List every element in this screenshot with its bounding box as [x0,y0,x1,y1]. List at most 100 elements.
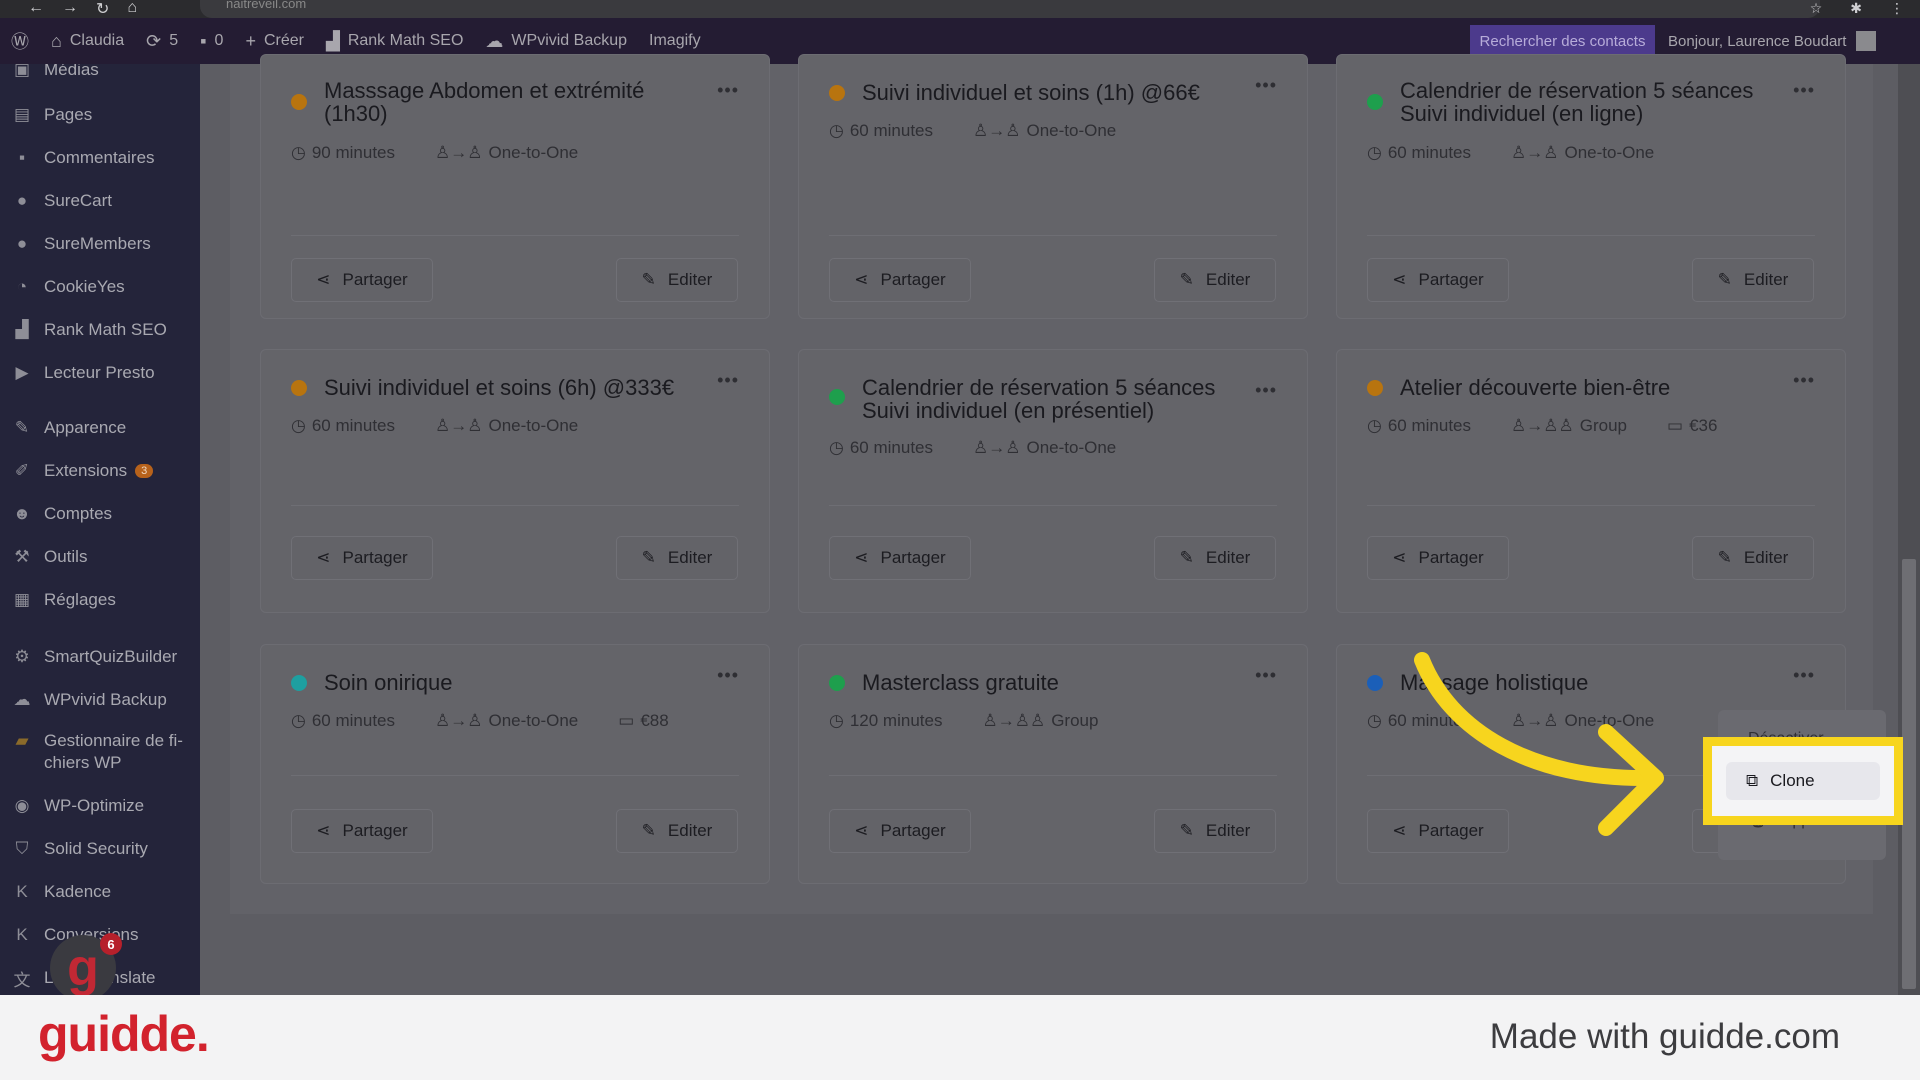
edit-button[interactable]: ✎ Editer [616,258,738,302]
plus-icon: + [245,30,256,51]
extensions-icon[interactable]: ✱ [1850,0,1862,17]
browser-toolbar: ← → ↻ ⌂ naitreveil.com ☆ ✱ ⋮ [0,0,1920,18]
sidebar-item-users[interactable]: ☻ Comptes [0,502,200,526]
sidebar-item-kadence[interactable]: K Kadence [0,880,200,904]
media-icon: ▣ [13,64,31,79]
sidebar-item-file-manager[interactable]: ▰ Gestionnaire de fi- chiers WP [0,730,200,774]
share-button[interactable]: ⋖ Partager [829,258,971,302]
menu-kebab-icon[interactable]: ⋮ [1890,0,1904,17]
more-options-icon[interactable]: ••• [1255,75,1277,96]
more-options-icon[interactable]: ••• [1793,80,1815,101]
clock-icon: ◷ [291,143,306,162]
event-meta: ◷ 60 minutes ♙→♙ One-to-One [1367,143,1654,163]
site-name: Claudia [69,32,125,49]
status-dot [829,675,845,691]
edit-label: Editer [1205,821,1251,840]
sidebar-item-pages[interactable]: ▤ Pages [0,103,200,127]
plugins-icon: ✐ [14,461,30,480]
event-meta: ◷ 90 minutes ♙→♙ One-to-One [291,143,578,163]
share-button[interactable]: ⋖ Partager [1367,536,1509,580]
edit-button[interactable]: ✎ Editer [616,536,738,580]
share-button[interactable]: ⋖ Partager [1367,258,1509,302]
edit-button[interactable]: ✎ Editer [1692,258,1814,302]
sidebar-item-smartquizbuilder[interactable]: ⚙ SmartQuizBuilder [0,645,200,669]
more-options-icon[interactable]: ••• [1793,665,1815,686]
scrollbar-thumb[interactable] [1902,559,1916,989]
updates-link[interactable]: ⟳ 5 [135,18,189,64]
edit-button[interactable]: ✎ Editer [616,809,738,853]
sidebar-item-solid-security[interactable]: ⛉ Solid Security [0,837,200,861]
share-button[interactable]: ⋖ Partager [291,536,433,580]
back-icon[interactable]: ← [28,0,44,19]
forward-icon[interactable]: → [62,0,78,19]
sidebar-item-presto[interactable]: ▶ Lecteur Presto [0,361,200,385]
url-text: naitreveil.com [226,0,307,11]
sidebar-item-appearance[interactable]: ✎ Apparence [0,416,200,440]
wordpress-logo[interactable]: Ⓦ [0,18,40,64]
more-options-icon[interactable]: ••• [717,80,739,101]
more-options-icon[interactable]: ••• [717,370,739,391]
duration: 60 minutes [311,711,396,730]
share-button[interactable]: ⋖ Partager [829,809,971,853]
clock-icon: ◷ [1367,416,1382,435]
share-icon: ⋖ [316,548,331,567]
edit-label: Editer [1743,270,1789,289]
event-title[interactable]: Calendrier de réservation 5 séances Suiv… [862,376,1242,422]
edit-button[interactable]: ✎ Editer [1154,809,1276,853]
comments-link[interactable]: ▪ 0 [189,18,234,64]
edit-button[interactable]: ✎ Editer [1692,536,1814,580]
sidebar-item-surecart[interactable]: ● SureCart [0,189,200,213]
event-title[interactable]: Suivi individuel et soins (6h) @333€ [324,376,704,399]
edit-button[interactable]: ✎ Editer [1154,258,1276,302]
share-button[interactable]: ⋖ Partager [291,809,433,853]
sidebar-item-settings[interactable]: ▦ Réglages [0,588,200,612]
home-icon[interactable]: ⌂ [127,0,137,19]
sidebar-item-suremembers[interactable]: ● SureMembers [0,232,200,256]
sidebar-item-wpvivid[interactable]: ☁ WPvivid Backup [0,688,200,712]
event-title[interactable]: Atelier découverte bien-être [1400,376,1780,399]
event-title[interactable]: Suivi individuel et soins (1h) @66€ [862,81,1242,104]
menu-item-clone[interactable]: ⧉ Clone [1726,762,1880,800]
reload-icon[interactable]: ↻ [96,0,109,19]
event-type: One-to-One [488,143,579,162]
sidebar-item-extensions[interactable]: ✐ Extensions 3 [0,459,200,483]
pencil-icon: ✎ [641,821,656,840]
more-options-icon[interactable]: ••• [1793,370,1815,391]
group-icon: ♙→♙♙ [982,711,1046,730]
site-name-link[interactable]: ⌂ Claudia [40,18,135,64]
share-label: Partager [342,821,408,840]
more-options-icon[interactable]: ••• [717,665,739,686]
tutorial-arrow-icon [1414,652,1664,836]
share-icon: ⋖ [316,821,331,840]
status-dot [291,675,307,691]
sidebar-item-tools[interactable]: ⚒ Outils [0,545,200,569]
bookmark-star-icon[interactable]: ☆ [1810,0,1823,17]
sidebar-item-cookieyes[interactable]: ◔ CookieYes [0,275,200,299]
duration: 120 minutes [849,711,943,730]
event-type: One-to-One [488,416,579,435]
duration: 90 minutes [311,143,396,162]
event-title[interactable]: Soin onirique [324,671,704,694]
event-meta: ◷ 60 minutes ♙→♙ One-to-One [829,121,1116,141]
sidebar-item-label: Rank Math SEO [44,320,167,339]
share-icon: ⋖ [1392,821,1407,840]
event-title[interactable]: Calendrier de réservation 5 séances Suiv… [1400,79,1800,125]
guidde-logo: guidde. [38,1006,210,1062]
more-options-icon[interactable]: ••• [1255,665,1277,686]
page-scrollbar[interactable] [1898,64,1920,995]
guidde-avatar[interactable]: g6 [50,933,122,1001]
sidebar-item-rankmath[interactable]: ▟ Rank Math SEO [0,318,200,342]
search-contacts-button[interactable]: Rechercher des contacts [1470,25,1655,57]
more-options-icon[interactable]: ••• [1255,380,1277,401]
sidebar-item-medias[interactable]: ▣ Médias [0,64,200,82]
pencil-icon: ✎ [1179,548,1194,567]
share-button[interactable]: ⋖ Partager [829,536,971,580]
share-button[interactable]: ⋖ Partager [291,258,433,302]
event-title[interactable]: Masterclass gratuite [862,671,1242,694]
share-label: Partager [880,821,946,840]
event-title[interactable]: Masssage Abdomen et extrémité (1h30) [324,79,704,125]
address-bar[interactable]: naitreveil.com [200,0,1820,18]
sidebar-item-wp-optimize[interactable]: ◉ WP-Optimize [0,794,200,818]
edit-button[interactable]: ✎ Editer [1154,536,1276,580]
sidebar-item-comments[interactable]: ▪ Commentaires [0,146,200,170]
